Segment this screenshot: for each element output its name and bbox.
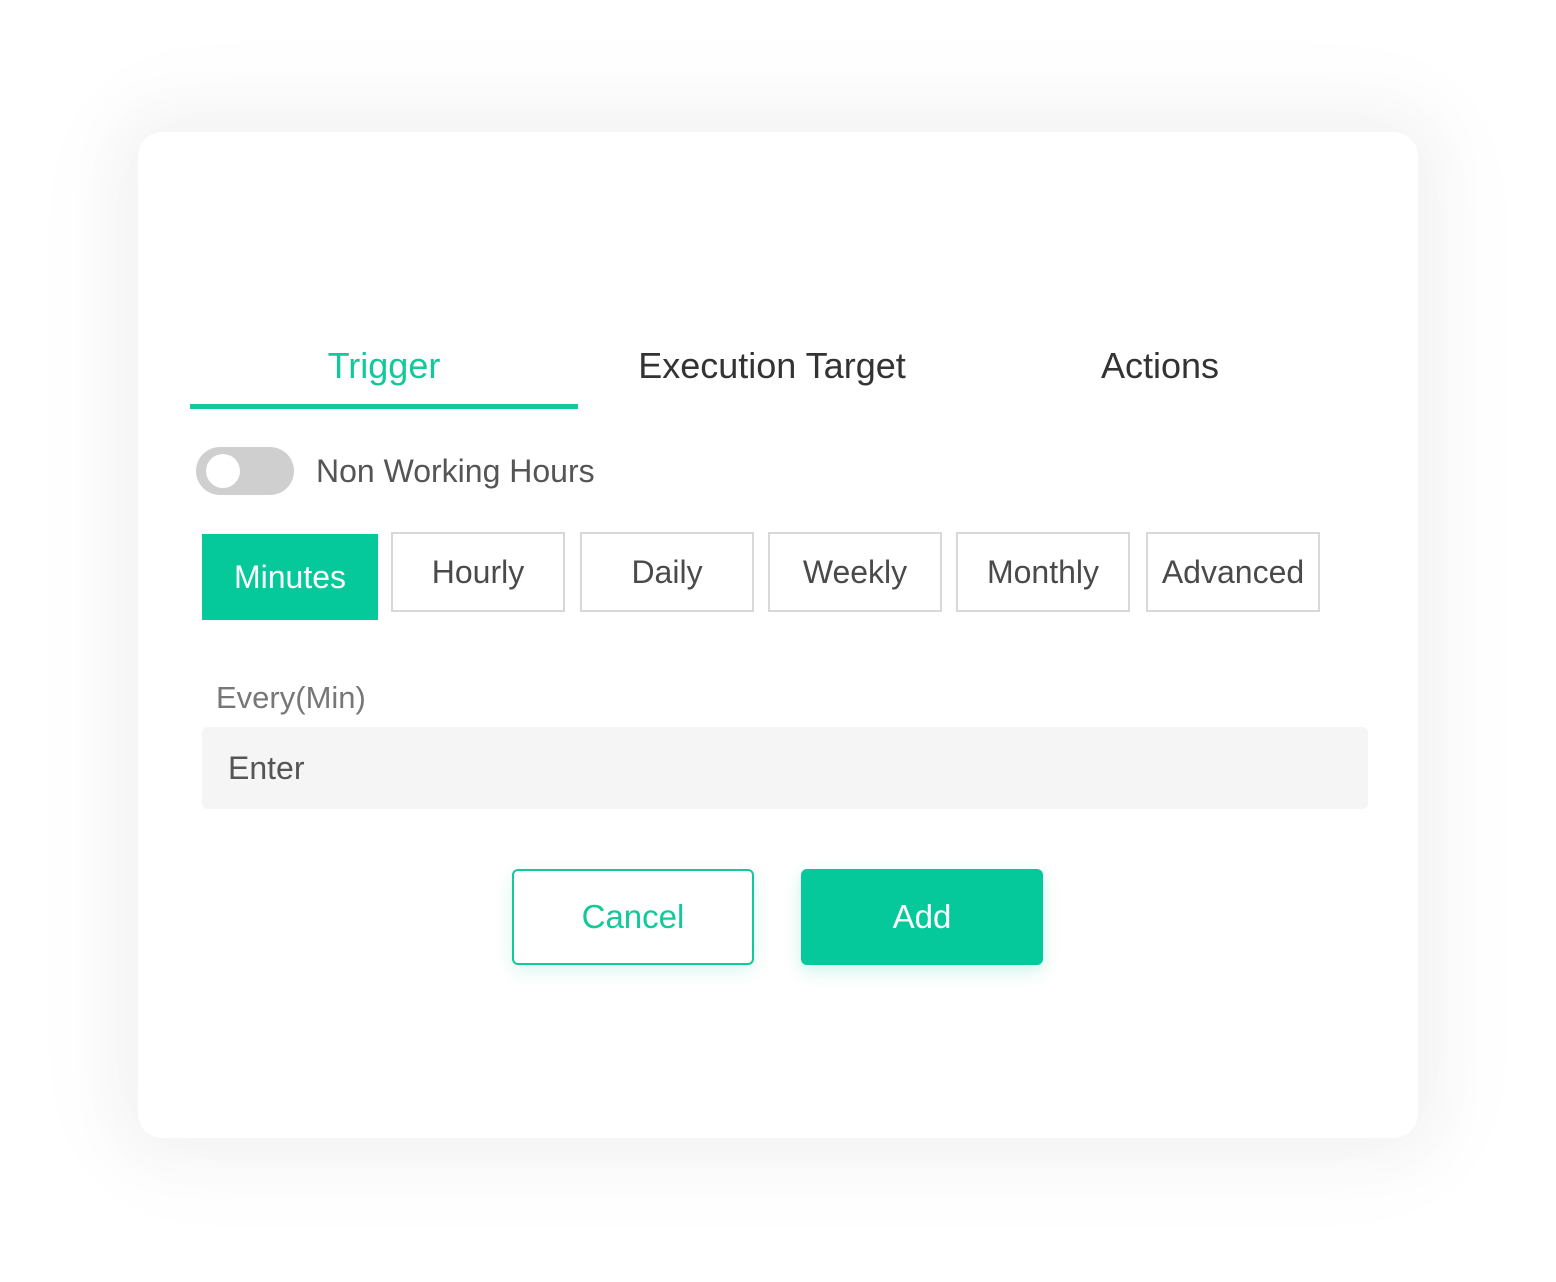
frequency-hourly-button[interactable]: Hourly — [391, 532, 565, 612]
non-working-hours-toggle[interactable] — [196, 447, 294, 495]
tab-trigger[interactable]: Trigger — [190, 322, 578, 410]
dialog-card — [138, 132, 1418, 1138]
tab-bar: Trigger Execution Target Actions — [190, 322, 1354, 410]
frequency-monthly-button[interactable]: Monthly — [956, 532, 1130, 612]
non-working-hours-label: Non Working Hours — [316, 452, 595, 489]
cancel-button[interactable]: Cancel — [512, 869, 754, 965]
frequency-daily-button[interactable]: Daily — [580, 532, 754, 612]
frequency-minutes-button[interactable]: Minutes — [202, 534, 378, 620]
every-min-label: Every(Min) — [216, 680, 366, 715]
frequency-weekly-button[interactable]: Weekly — [768, 532, 942, 612]
non-working-hours-row: Non Working Hours — [196, 446, 595, 496]
frequency-advanced-button[interactable]: Advanced — [1146, 532, 1320, 612]
tab-execution-target[interactable]: Execution Target — [578, 322, 966, 410]
add-button[interactable]: Add — [801, 869, 1043, 965]
toggle-knob — [206, 454, 240, 488]
page: Trigger Execution Target Actions Non Wor… — [0, 0, 1556, 1282]
every-min-input[interactable] — [202, 727, 1368, 809]
active-tab-indicator — [190, 404, 578, 409]
tab-actions[interactable]: Actions — [966, 322, 1354, 410]
